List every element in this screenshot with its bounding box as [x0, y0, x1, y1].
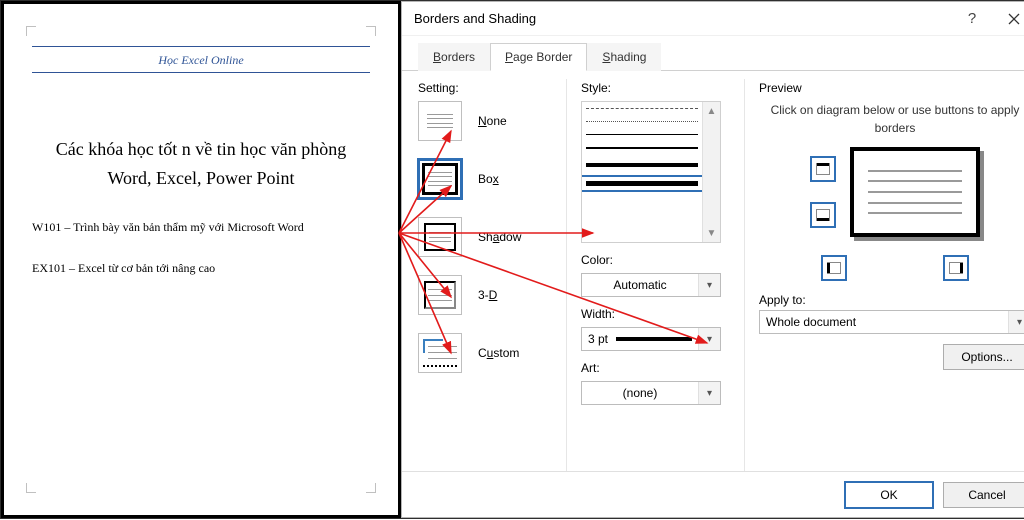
color-label: Color: [581, 253, 726, 267]
preview-column: Preview Click on diagram below or use bu… [744, 79, 1024, 471]
header-rule [32, 46, 370, 47]
preview-hint: Click on diagram below or use buttons to… [759, 101, 1024, 137]
setting-none[interactable]: None [418, 101, 548, 141]
art-value: (none) [582, 386, 698, 400]
width-sample [616, 337, 692, 341]
margin-corner [26, 483, 36, 493]
chevron-down-icon: ▾ [698, 274, 720, 296]
body-line: EX101 – Excel từ cơ bản tới nâng cao [32, 258, 370, 280]
dialog-title: Borders and Shading [414, 11, 536, 26]
width-label: Width: [581, 307, 726, 321]
apply-to-combo[interactable]: Whole document ▾ [759, 310, 1024, 334]
three-d-icon [418, 275, 462, 315]
setting-custom[interactable]: Custom [418, 333, 548, 373]
margin-corner [26, 26, 36, 36]
preview-diagram[interactable] [850, 147, 980, 237]
tab-borders[interactable]: Borders [418, 43, 490, 71]
cancel-button[interactable]: Cancel [943, 482, 1024, 508]
setting-box[interactable]: Box [418, 159, 548, 199]
page-title: Các khóa học tốt n về tin học văn phòng … [32, 135, 370, 193]
title-line2: Word, Excel, Power Point [107, 168, 294, 188]
tab-shading[interactable]: Shading [587, 43, 661, 71]
style-scrollbar[interactable]: ▲ ▼ [702, 102, 720, 242]
setting-label: Setting: [418, 81, 548, 95]
ok-button[interactable]: OK [845, 482, 933, 508]
edge-right-button[interactable] [943, 255, 969, 281]
color-value: Automatic [582, 278, 698, 292]
chevron-down-icon: ▾ [698, 328, 720, 350]
width-combo[interactable]: 3 pt ▾ [581, 327, 721, 351]
box-icon [418, 159, 462, 199]
dialog-titlebar: Borders and Shading ? [402, 2, 1024, 36]
apply-to-label: Apply to: [759, 293, 1024, 307]
close-button[interactable] [993, 3, 1024, 35]
edge-bottom-button[interactable] [810, 202, 836, 228]
style-column: Style: ▲ ▼ Col [566, 79, 726, 471]
scroll-down-icon[interactable]: ▼ [703, 224, 720, 242]
style-option[interactable] [586, 134, 698, 135]
style-list[interactable]: ▲ ▼ [581, 101, 721, 243]
style-option[interactable] [586, 108, 698, 109]
style-option-selected[interactable] [586, 181, 698, 186]
chevron-down-icon: ▾ [1008, 311, 1024, 333]
style-option[interactable] [586, 163, 698, 167]
close-icon [1008, 13, 1020, 25]
margin-corner [366, 483, 376, 493]
scroll-up-icon[interactable]: ▲ [703, 102, 720, 120]
style-option[interactable] [586, 147, 698, 149]
edge-top-button[interactable] [810, 156, 836, 182]
tab-page-border[interactable]: Page Border [490, 43, 587, 71]
edge-left-button[interactable] [821, 255, 847, 281]
options-button[interactable]: Options... [943, 344, 1024, 370]
setting-shadow[interactable]: Shadow [418, 217, 548, 257]
dialog-tabs: Borders Page Border Shading [402, 36, 1024, 71]
chevron-down-icon: ▾ [698, 382, 720, 404]
none-icon [418, 101, 462, 141]
document-page: Học Excel Online Các khóa học tốt n về t… [1, 1, 401, 518]
shadow-icon [418, 217, 462, 257]
body-line: W101 – Trình bày văn bản thẩm mỹ với Mic… [32, 217, 370, 239]
dialog-footer: OK Cancel [402, 471, 1024, 517]
setting-column: Setting: None Box Shadow 3-D [418, 79, 548, 471]
art-combo[interactable]: (none) ▾ [581, 381, 721, 405]
art-label: Art: [581, 361, 726, 375]
apply-to-value: Whole document [760, 315, 1008, 329]
margin-corner [366, 26, 376, 36]
help-button[interactable]: ? [951, 3, 993, 35]
style-label: Style: [581, 81, 726, 95]
title-line1: Các khóa học tốt n về tin học văn phòng [56, 139, 346, 159]
width-value: 3 pt [588, 332, 608, 346]
header-rule [32, 72, 370, 73]
preview-label: Preview [759, 81, 1024, 95]
custom-icon [418, 333, 462, 373]
page-header-text: Học Excel Online [32, 53, 370, 68]
color-combo[interactable]: Automatic ▾ [581, 273, 721, 297]
style-option[interactable] [586, 121, 698, 122]
options-label: ptions... [971, 350, 1013, 364]
setting-3d[interactable]: 3-D [418, 275, 548, 315]
borders-shading-dialog: Borders and Shading ? Borders Page Borde… [401, 1, 1024, 518]
